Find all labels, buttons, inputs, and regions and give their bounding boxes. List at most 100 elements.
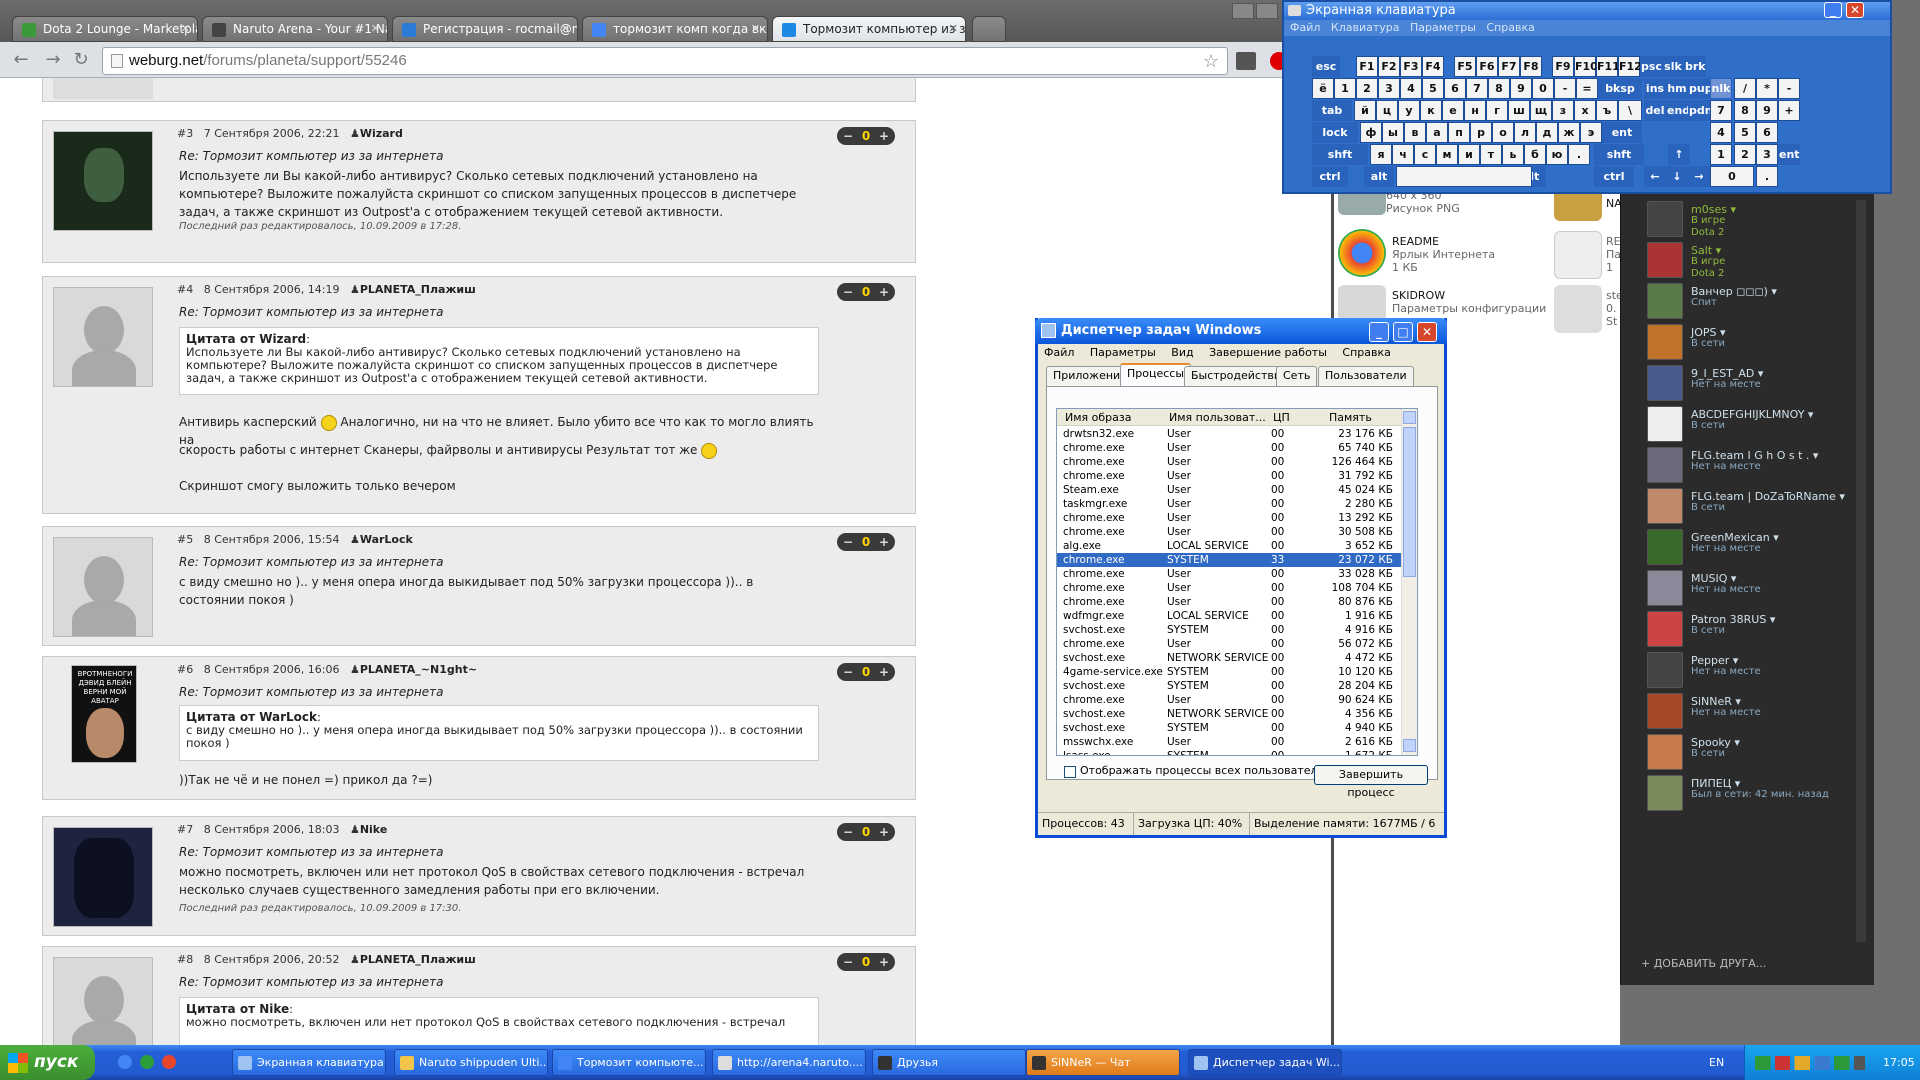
key-row4-1[interactable]: я [1370, 144, 1392, 165]
taskbar-button[interactable]: SiNNeR — Чат [1026, 1049, 1180, 1076]
process-row[interactable]: chrome.exe User 00 126 464 КБ [1057, 455, 1401, 469]
menu-help[interactable]: Справка [1486, 21, 1534, 34]
maximize-button[interactable]: □ [1393, 322, 1413, 342]
taskbar-button[interactable]: Друзья [872, 1049, 1026, 1076]
key-row2-13[interactable]: \ [1618, 100, 1642, 121]
key-row0-2[interactable]: F2 [1378, 56, 1400, 77]
start-button[interactable]: пуск [0, 1045, 95, 1080]
language-indicator[interactable]: EN [1709, 1045, 1724, 1080]
process-row[interactable]: drwtsn32.exe User 00 23 176 КБ [1057, 427, 1401, 441]
post-author[interactable]: Wizard [360, 127, 403, 140]
process-row[interactable]: chrome.exe SYSTEM 33 23 072 КБ [1057, 553, 1401, 567]
key-row2-6[interactable]: н [1464, 100, 1486, 121]
key-row1-19[interactable]: * [1756, 78, 1778, 99]
key-row3-12[interactable]: ent [1602, 122, 1642, 143]
key-row3-10[interactable]: ж [1558, 122, 1580, 143]
reload-icon[interactable]: ↻ [70, 50, 92, 72]
address-bar[interactable]: weburg.net/forums/planeta/support/55246 … [102, 47, 1228, 75]
key-row1-16[interactable]: pup [1688, 78, 1713, 99]
process-row[interactable]: svchost.exe SYSTEM 00 28 204 КБ [1057, 679, 1401, 693]
process-row[interactable]: chrome.exe User 00 108 704 КБ [1057, 581, 1401, 595]
tab-network[interactable]: Сеть [1276, 366, 1318, 386]
key-row2-5[interactable]: е [1442, 100, 1464, 121]
key-row3-3[interactable]: в [1404, 122, 1426, 143]
process-list[interactable]: Имя образа Имя пользоват... ЦП Память dr… [1056, 408, 1418, 756]
post-author[interactable]: PLANETA_Плажиш [360, 953, 476, 966]
post-author[interactable]: PLANETA_Плажиш [360, 283, 476, 296]
key-row3-1[interactable]: ф [1360, 122, 1382, 143]
extension-icon[interactable] [1236, 52, 1256, 70]
key-row3-7[interactable]: о [1492, 122, 1514, 143]
key-row3-4[interactable]: а [1426, 122, 1448, 143]
rate-up-button[interactable]: + [876, 283, 892, 301]
key-row5-1[interactable]: alt [1364, 166, 1394, 187]
key-row3-11[interactable]: э [1580, 122, 1602, 143]
key-row2-0[interactable]: tab [1312, 100, 1352, 121]
key-row1-4[interactable]: 4 [1400, 78, 1422, 99]
key-row4-9[interactable]: ю [1546, 144, 1568, 165]
key-row2-9[interactable]: щ [1530, 100, 1552, 121]
key-row2-2[interactable]: ц [1376, 100, 1398, 121]
process-row[interactable]: Steam.exe User 00 45 024 КБ [1057, 483, 1401, 497]
key-row1-12[interactable]: = [1576, 78, 1598, 99]
key-row5-5[interactable]: ↓ [1666, 166, 1688, 187]
process-row[interactable]: alg.exe LOCAL SERVICE 00 3 652 КБ [1057, 539, 1401, 553]
document-icon[interactable] [1554, 231, 1602, 279]
key-row0-0[interactable]: esc [1312, 56, 1340, 77]
tab-dota2-lounge[interactable]: Dota 2 Lounge - Marketplac ✕ [12, 16, 198, 42]
key-row3-6[interactable]: р [1470, 122, 1492, 143]
close-icon[interactable]: ✕ [949, 22, 958, 35]
process-row[interactable]: svchost.exe SYSTEM 00 4 940 КБ [1057, 721, 1401, 735]
key-row2-16[interactable]: pdn [1688, 100, 1713, 121]
key-row3-5[interactable]: п [1448, 122, 1470, 143]
key-row1-18[interactable]: / [1734, 78, 1756, 99]
rate-down-button[interactable]: − [840, 283, 856, 301]
tray-icons[interactable] [1755, 1056, 1865, 1070]
file-readme[interactable]: README Ярлык Интернета 1 КБ [1392, 235, 1495, 274]
friend-item[interactable]: ПИПЕЦ ▾ Был в сети: 42 мин. назад [1647, 769, 1857, 817]
key-row5-3[interactable]: ctrl [1594, 166, 1634, 187]
key-row2-10[interactable]: з [1552, 100, 1574, 121]
key-row3-13[interactable]: 4 [1710, 122, 1732, 143]
key-row2-14[interactable]: del [1644, 100, 1666, 121]
key-row4-5[interactable]: и [1458, 144, 1480, 165]
process-row[interactable]: chrome.exe User 00 90 624 КБ [1057, 693, 1401, 707]
key-row5-7[interactable]: 0 [1710, 166, 1754, 187]
maximize-button[interactable] [1256, 3, 1278, 19]
key-row1-17[interactable]: nlk [1710, 78, 1732, 99]
key-row3-14[interactable]: 5 [1734, 122, 1756, 143]
key-row2-20[interactable]: + [1778, 100, 1800, 121]
process-row[interactable]: chrome.exe User 00 33 028 КБ [1057, 567, 1401, 581]
show-all-processes-checkbox[interactable] [1064, 766, 1076, 778]
rate-up-button[interactable]: + [876, 953, 892, 971]
key-row4-15[interactable]: 3 [1756, 144, 1778, 165]
process-row[interactable]: 4game-service.exe SYSTEM 00 10 120 КБ [1057, 665, 1401, 679]
key-row4-8[interactable]: б [1524, 144, 1546, 165]
add-friend-button[interactable]: + ДОБАВИТЬ ДРУГА... [1641, 957, 1766, 970]
key-row4-14[interactable]: 2 [1734, 144, 1756, 165]
close-button[interactable]: ✕ [1417, 322, 1437, 342]
key-row2-7[interactable]: г [1486, 100, 1508, 121]
process-row[interactable]: msswchx.exe User 00 2 616 КБ [1057, 735, 1401, 749]
key-row5-6[interactable]: → [1688, 166, 1710, 187]
tab-processes[interactable]: Процессы [1120, 363, 1192, 387]
key-row4-12[interactable]: ↑ [1668, 144, 1690, 165]
key-row0-10[interactable]: F10 [1574, 56, 1598, 77]
key-row0-9[interactable]: F9 [1552, 56, 1574, 77]
key-row0-1[interactable]: F1 [1356, 56, 1378, 77]
rate-down-button[interactable]: − [840, 953, 856, 971]
new-tab-button[interactable] [972, 16, 1006, 42]
forward-arrow-icon[interactable]: → [42, 50, 64, 72]
key-row1-8[interactable]: 8 [1488, 78, 1510, 99]
key-row0-13[interactable]: psc [1640, 56, 1662, 77]
file-skidrow[interactable]: SKIDROW Параметры конфигурации [1392, 289, 1546, 315]
menu-help[interactable]: Справка [1342, 346, 1390, 359]
key-row4-13[interactable]: 1 [1710, 144, 1732, 165]
column-memory[interactable]: Память [1329, 411, 1372, 424]
process-row[interactable]: taskmgr.exe User 00 2 280 КБ [1057, 497, 1401, 511]
key-row1-7[interactable]: 7 [1466, 78, 1488, 99]
scroll-thumb[interactable] [1403, 427, 1416, 577]
rate-up-button[interactable]: + [876, 127, 892, 145]
column-user-name[interactable]: Имя пользоват... [1169, 411, 1266, 424]
key-row4-0[interactable]: shft [1312, 144, 1368, 165]
